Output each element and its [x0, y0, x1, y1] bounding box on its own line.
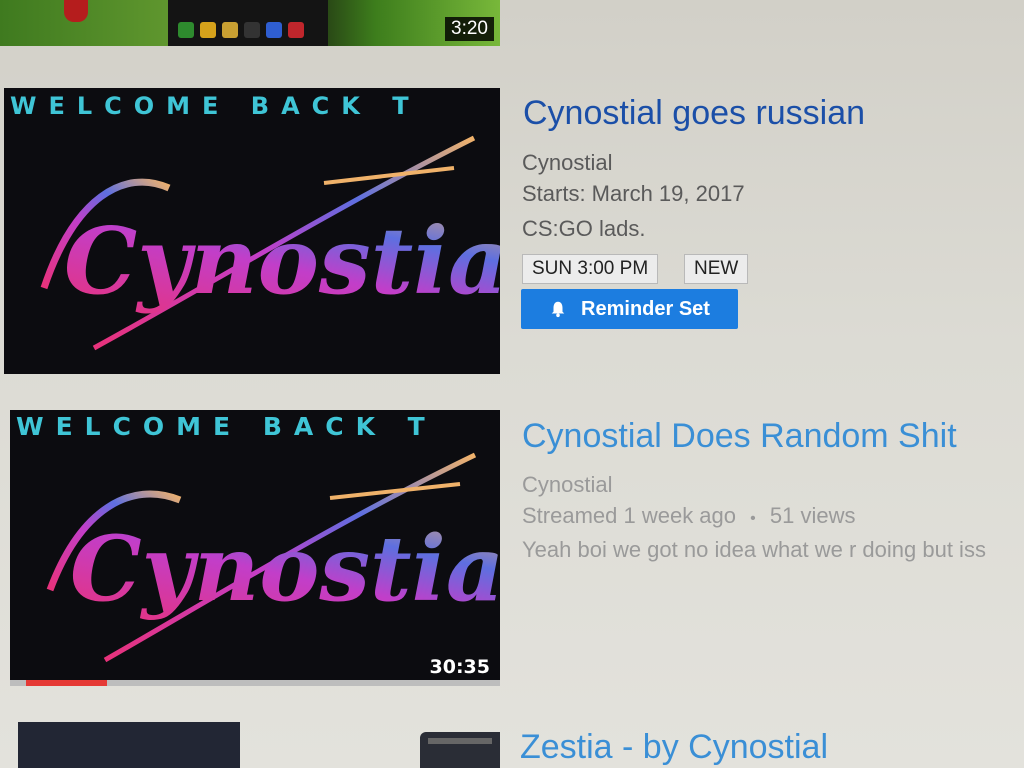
new-badge: NEW [684, 254, 749, 284]
video-stats: Streamed 1 week ago • 51 views [522, 503, 855, 529]
cynostial-logo-graphic: Cynostial [40, 135, 500, 351]
video-title[interactable]: Cynostial goes russian [523, 94, 865, 133]
video-title[interactable]: Zestia - by Cynostial [520, 728, 828, 767]
game-hud-icons [178, 22, 304, 40]
video-thumbnail-1[interactable]: 3:20 [0, 0, 500, 46]
streamed-date: Streamed 1 week ago [522, 503, 737, 528]
video-duration: 3:20 [445, 17, 494, 41]
reminder-label: Reminder Set [581, 297, 710, 320]
video-thumbnail-3[interactable]: WELCOME BACK T Cynostial 30:35 [10, 410, 500, 686]
thumbnail-logo-text: Cynostial [70, 516, 500, 622]
watch-progress-bar [26, 680, 107, 686]
video-thumbnail-4[interactable] [18, 722, 240, 768]
video-thumbnail-2[interactable]: WELCOME BACK T Cynostial [4, 88, 500, 374]
thumbnail-logo-text: Cynostial [64, 207, 500, 315]
video-description: Yeah boi we got no idea what we r doing … [522, 537, 986, 562]
channel-name[interactable]: Cynostial [522, 472, 612, 498]
start-date: Starts: March 19, 2017 [522, 181, 745, 206]
channel-logo-fragment [64, 0, 88, 22]
bell-icon [551, 301, 565, 318]
channel-name[interactable]: Cynostial [522, 150, 612, 176]
schedule-badge: SUN 3:00 PM [522, 254, 659, 284]
reminder-set-button[interactable]: Reminder Set [521, 289, 738, 329]
cynostial-logo-graphic: Cynostial [46, 452, 500, 663]
video-duration: 30:35 [429, 656, 490, 678]
meta-separator: • [750, 510, 756, 527]
video-thumbnail-4-secondary [420, 732, 500, 768]
view-count: 51 views [769, 503, 856, 528]
video-title[interactable]: Cynostial Does Random Shit [522, 417, 957, 456]
video-description: CS:GO lads. [522, 216, 646, 241]
